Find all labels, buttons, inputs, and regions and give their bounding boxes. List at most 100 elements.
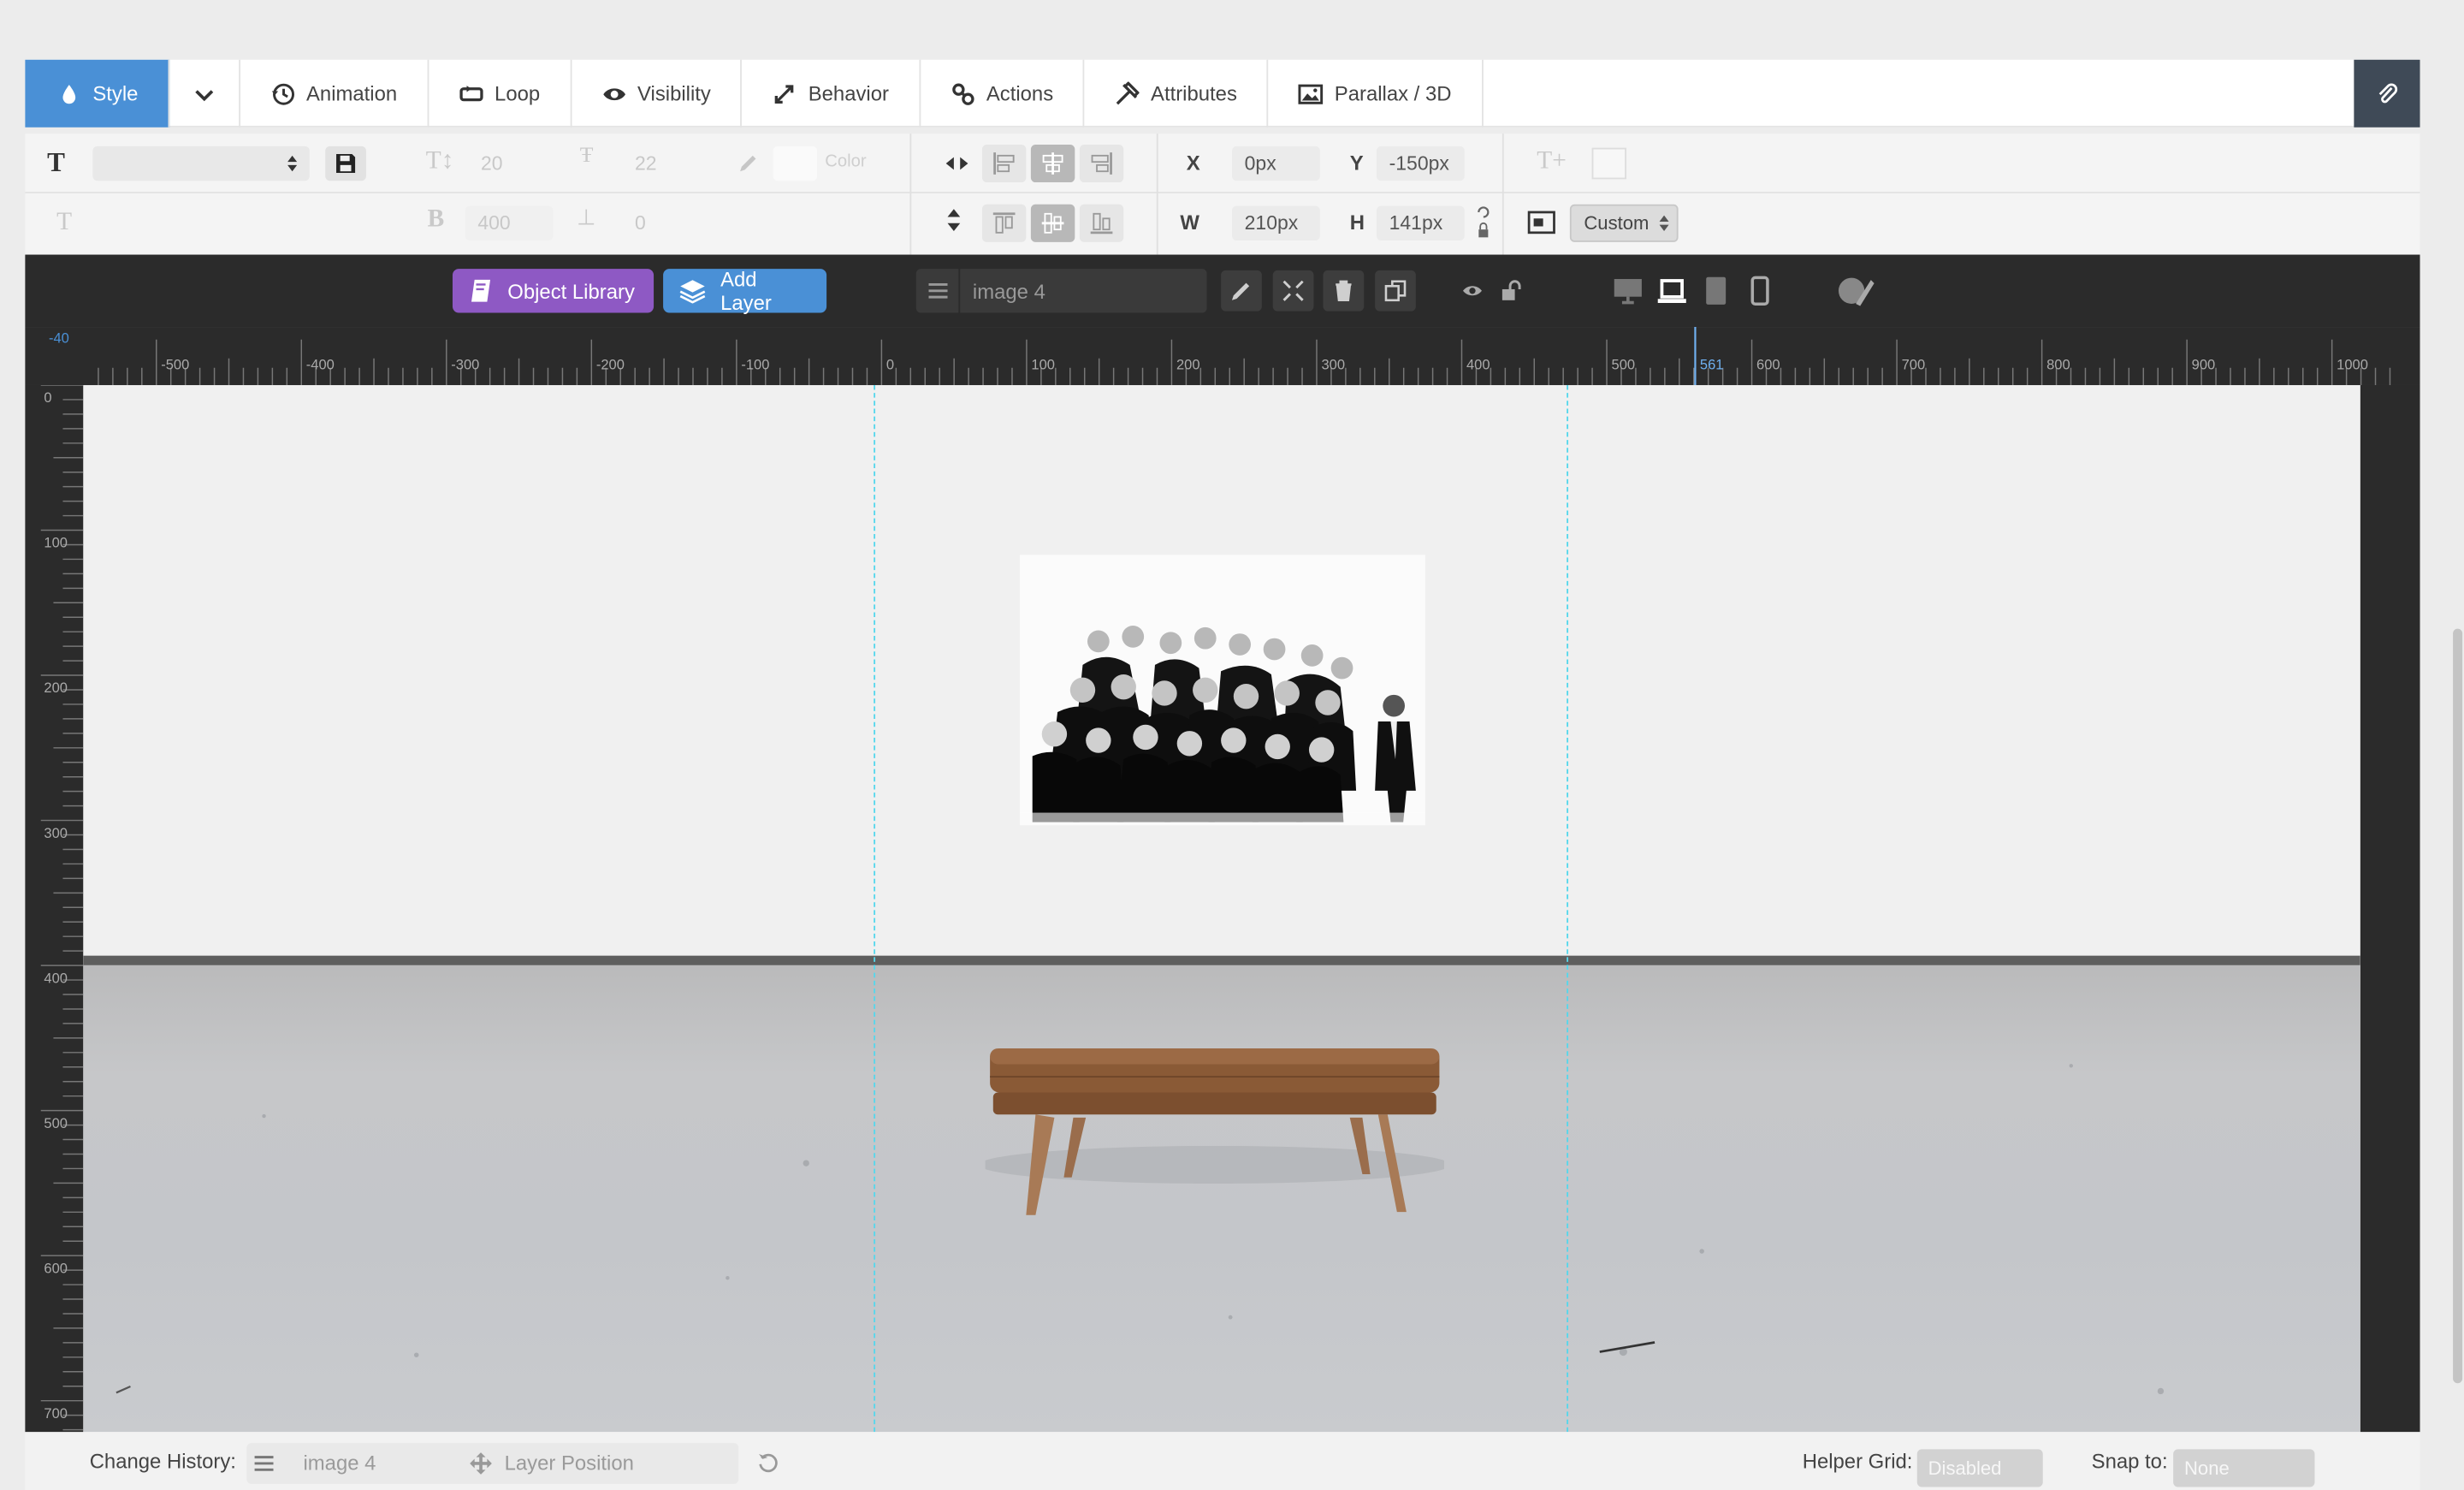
tab-style[interactable]: Style xyxy=(25,59,170,128)
ruler-label: -300 xyxy=(451,357,479,373)
history-icon xyxy=(271,82,294,104)
tab-parallax-label: Parallax / 3D xyxy=(1334,81,1452,106)
ruler-label: 500 xyxy=(44,1115,68,1131)
ruler-label: -400 xyxy=(306,357,335,373)
ruler-label: 0 xyxy=(886,357,894,373)
tab-visibility[interactable]: Visibility xyxy=(572,59,743,128)
font-size-input[interactable]: 20 xyxy=(468,146,550,181)
y-label: Y xyxy=(1349,151,1364,175)
slide-canvas[interactable] xyxy=(83,384,2360,1433)
status-bar: Change History: image 4 Layer Position H… xyxy=(25,1432,2420,1490)
valign-bottom-button[interactable] xyxy=(1079,204,1124,242)
font-family-select[interactable] xyxy=(92,145,310,181)
tab-style-label: Style xyxy=(92,81,139,106)
duplicate-layer-button[interactable] xyxy=(1375,270,1416,312)
tab-attributes[interactable]: Attributes xyxy=(1085,59,1269,128)
toggle-visibility-button[interactable] xyxy=(1452,270,1493,312)
height-input[interactable]: 141px xyxy=(1376,205,1465,241)
tab-style-dropdown[interactable] xyxy=(169,59,240,128)
page-scrollbar-thumb[interactable] xyxy=(2453,628,2463,1384)
tab-loop[interactable]: Loop xyxy=(429,59,572,128)
valign-top-button[interactable] xyxy=(981,204,1027,242)
tab-actions[interactable]: Actions xyxy=(921,59,1085,128)
bold-icon: B xyxy=(427,205,445,233)
link-icon xyxy=(951,82,974,104)
ruler-label: 400 xyxy=(1466,357,1490,373)
ruler-label: 1000 xyxy=(2337,357,2368,373)
snap-to-select[interactable]: None xyxy=(2173,1449,2315,1487)
text-style-icon: T+ xyxy=(1537,147,1567,175)
add-layer-button[interactable]: Add Layer xyxy=(663,267,827,314)
align-center-button[interactable] xyxy=(1030,144,1075,183)
image-icon xyxy=(1298,83,1324,104)
size-preset-select[interactable]: Custom xyxy=(1569,204,1679,242)
eye-icon xyxy=(1462,286,1483,296)
size-preset-value: Custom xyxy=(1584,211,1650,234)
ruler-label: -500 xyxy=(161,357,189,373)
ruler-label: 100 xyxy=(44,535,68,551)
change-history-label: Change History: xyxy=(89,1449,236,1473)
mobile-view-button[interactable] xyxy=(1739,270,1780,312)
y-position-input[interactable]: -150px xyxy=(1376,145,1465,181)
group-photo-image xyxy=(1020,555,1425,826)
ruler-label: 200 xyxy=(44,680,68,696)
tablet-view-button[interactable] xyxy=(1696,270,1737,312)
laptop-view-button[interactable] xyxy=(1651,270,1692,312)
guide-line-right xyxy=(1567,384,1569,1433)
edit-layer-button[interactable] xyxy=(1221,270,1262,312)
width-input[interactable]: 210px xyxy=(1231,205,1320,241)
style-panel: T T↕ 20 Ŧ 22 Color X 0px Y -150px T+ T B… xyxy=(25,134,2420,255)
delete-layer-button[interactable] xyxy=(1323,270,1365,312)
line-height-input[interactable]: 22 xyxy=(622,146,704,181)
tab-actions-label: Actions xyxy=(986,81,1054,106)
ruler-label: -200 xyxy=(596,357,625,373)
desktop-icon xyxy=(1614,279,1642,305)
tab-animation[interactable]: Animation xyxy=(240,59,429,128)
helper-grid-value: Disabled xyxy=(1928,1457,2002,1480)
shrink-layer-button[interactable] xyxy=(1272,270,1314,312)
valign-middle-button[interactable] xyxy=(1030,204,1075,242)
updown-arrows-icon xyxy=(287,155,298,172)
ruler-label: 300 xyxy=(44,825,68,841)
font-size-icon: T↕ xyxy=(425,147,454,175)
cover-mode-icon xyxy=(1527,211,1555,234)
tools-icon xyxy=(1116,80,1140,104)
font-style-icon: T xyxy=(56,209,73,236)
align-left-button[interactable] xyxy=(981,144,1027,183)
helper-grid-select[interactable]: Disabled xyxy=(1916,1449,2043,1487)
ruler-label: 900 xyxy=(2192,357,2216,373)
toggle-lock-button[interactable] xyxy=(1491,270,1532,312)
change-history-entry[interactable]: image 4 Layer Position xyxy=(246,1443,739,1484)
object-library-button[interactable]: Object Library xyxy=(452,269,654,313)
tab-parallax[interactable]: Parallax / 3D xyxy=(1269,59,1484,128)
ruler-label: 700 xyxy=(44,1405,68,1422)
style-row-1: T T↕ 20 Ŧ 22 Color X 0px Y -150px T+ xyxy=(25,134,2420,193)
image-layer-group-photo[interactable] xyxy=(1020,555,1425,826)
ruler-position-marker-label: 561 xyxy=(1700,357,1724,373)
history-action: Layer Position xyxy=(504,1451,634,1475)
letter-spacing-input[interactable]: 0 xyxy=(622,206,704,240)
tablet-icon xyxy=(1706,276,1727,305)
undo-icon xyxy=(758,1452,777,1472)
font-subset-select[interactable] xyxy=(92,206,359,240)
pin-button[interactable] xyxy=(2354,59,2420,128)
undo-history-button[interactable] xyxy=(753,1448,781,1476)
font-weight-input[interactable]: 400 xyxy=(465,205,554,241)
updown-arrows-icon xyxy=(1659,215,1669,231)
global-settings-button[interactable] xyxy=(1835,270,1876,312)
save-preset-button[interactable] xyxy=(325,145,366,181)
desktop-view-button[interactable] xyxy=(1608,270,1649,312)
vertical-arrows-icon xyxy=(947,209,961,231)
tab-behavior[interactable]: Behavior xyxy=(743,59,921,128)
color-swatch[interactable] xyxy=(773,145,818,181)
x-position-input[interactable]: 0px xyxy=(1231,145,1320,181)
color-label: Color xyxy=(825,152,867,172)
align-right-button[interactable] xyxy=(1079,144,1124,183)
h-label: H xyxy=(1349,211,1365,234)
align-left-icon xyxy=(993,152,1015,175)
canvas-right-gutter xyxy=(2360,384,2420,1433)
background-toggle[interactable] xyxy=(1591,147,1626,180)
ruler-vertical: 0 100 200 300 400 500 600 700 xyxy=(25,384,84,1433)
layer-select[interactable]: image 4 xyxy=(915,269,1207,313)
lock-ratio-icon[interactable] xyxy=(1476,203,1491,240)
